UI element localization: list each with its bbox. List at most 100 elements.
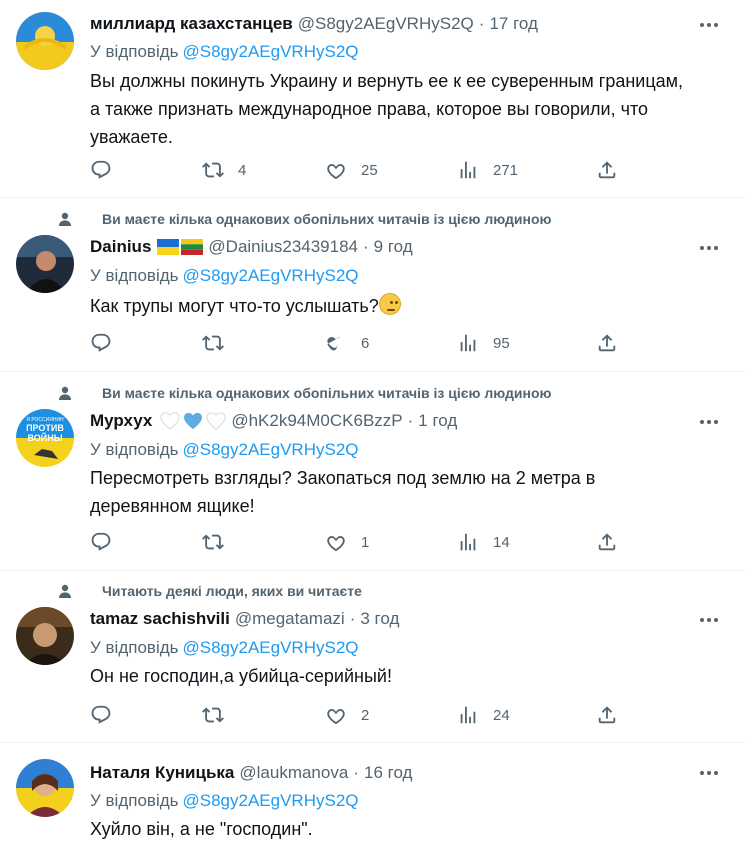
share-icon [598,706,616,724]
reply-button[interactable] [90,531,112,553]
views-icon [460,161,476,179]
tweet-text-line: Хуйло він, а не "господин". [90,819,313,839]
timestamp[interactable]: 1 год [418,411,457,431]
retweet-button[interactable] [202,332,224,354]
separator-dot: · [363,237,369,256]
social-context: Ви маєте кілька однакових обопільних чит… [58,211,551,227]
avatar[interactable] [16,607,74,665]
author-name[interactable]: миллиард казахстанцев [90,14,293,34]
more-icon[interactable] [697,610,721,630]
action-bar: 2 24 [90,704,650,728]
more-icon[interactable] [697,15,721,35]
views-button[interactable]: 271 [457,159,518,181]
author-handle[interactable]: @S8gy2AEgVRHyS2Q [298,14,474,34]
author-handle[interactable]: @Dainius23439184 [208,237,358,257]
more-icon[interactable] [697,412,721,432]
timestamp[interactable]: 17 год [489,14,537,34]
timestamp[interactable]: 16 год [364,763,412,783]
avatar-text: ПРОТИВ [26,423,64,433]
author-handle[interactable]: @megatamazi [235,609,345,629]
share-button[interactable] [596,704,618,726]
tweet[interactable]: Ви маєте кілька однакових обопільних чит… [0,199,745,372]
heart-icon [327,337,341,351]
face-emoji-icon [378,293,401,315]
author-handle[interactable]: @laukmanova [239,763,348,783]
heart-emojis [160,412,226,430]
views-count: 14 [493,533,510,551]
separator-dot: · [407,411,414,430]
person-icon [58,212,72,226]
reply-button[interactable] [90,332,112,354]
author-name[interactable]: Dainius [90,237,151,257]
author-name[interactable]: Наталя Куницька [90,763,234,783]
avatar[interactable]: Я РОССИЯНИН ПРОТИВ ВОЙНЫ [16,409,74,467]
action-bar: 4 25 271 [90,159,650,183]
flag-emojis [157,239,204,255]
tweet-text-line: Вы должны покинуть Украину и вернуть ее … [90,71,684,91]
views-count: 95 [493,334,510,352]
like-button[interactable]: 2 [325,704,369,726]
tweet-text: Он не господин,а убийца-серийный! [90,662,720,690]
tweet-text-line: Пересмотреть взгляды? Закопаться под зем… [90,468,596,488]
reply-mention-link[interactable]: @S8gy2AEgVRHyS2Q [183,440,359,459]
tweet-text-line: Он не господин,а убийца-серийный! [90,666,392,686]
like-button[interactable]: 1 [325,531,369,553]
tweet-text-line: деревянном ящике! [90,496,255,516]
reply-icon [91,532,111,551]
views-button[interactable]: 95 [457,332,510,354]
timestamp[interactable]: 9 год [374,237,413,257]
tweet[interactable]: Наталя Куницька @laukmanova · 16 год У в… [0,744,745,848]
avatar[interactable] [16,12,74,70]
views-button[interactable]: 24 [457,704,510,726]
retweet-button[interactable] [202,704,224,726]
retweet-count: 4 [238,161,247,179]
tweet[interactable]: миллиард казахстанцев @S8gy2AEgVRHyS2Q ·… [0,0,745,198]
retweet-button[interactable] [202,531,224,553]
social-context-text: Читають деякі люди, яких ви читаєте [102,583,362,599]
reply-mention-link[interactable]: @S8gy2AEgVRHyS2Q [183,638,359,657]
avatar-text: ВОЙНЫ [27,432,62,443]
tweet[interactable]: Ви маєте кілька однакових обопільних чит… [0,373,745,571]
reply-icon [91,333,111,352]
reply-button[interactable] [90,704,112,726]
more-icon[interactable] [697,238,721,258]
tweet-text: Хуйло він, а не "господин". [90,815,720,843]
reply-mention-link[interactable]: @S8gy2AEgVRHyS2Q [183,42,359,61]
share-button[interactable] [596,159,618,181]
retweet-icon [202,162,224,178]
heart-icon [327,164,345,180]
reply-mention-link[interactable]: @S8gy2AEgVRHyS2Q [183,266,359,285]
like-button[interactable]: 6 [325,332,369,354]
social-context-text: Ви маєте кілька однакових обопільних чит… [102,211,552,227]
more-icon[interactable] [697,763,721,783]
avatar[interactable] [16,759,74,817]
white-heart-icon [206,412,226,430]
tweet[interactable]: Читають деякі люди, яких ви читаєте tama… [0,572,745,743]
like-count: 25 [361,161,378,179]
tweet-text: Пересмотреть взгляды? Закопаться под зем… [90,464,720,520]
separator-dot: · [349,609,356,628]
reply-prefix: У відповідь [90,791,179,810]
views-button[interactable]: 14 [457,531,510,553]
like-button[interactable]: 25 [325,159,378,181]
white-heart-icon [160,412,180,430]
tweet-text: Как трупы могут что-то услышать? [90,292,720,320]
timestamp[interactable]: 3 год [360,609,399,629]
retweet-button[interactable]: 4 [202,159,246,181]
reply-button[interactable] [90,159,126,181]
reply-mention-link[interactable]: @S8gy2AEgVRHyS2Q [183,791,359,810]
views-icon [460,533,476,551]
action-bar: 1 14 [90,531,650,555]
share-button[interactable] [596,531,618,553]
avatar[interactable] [16,235,74,293]
heart-icon [327,709,345,725]
blue-heart-icon [184,412,203,430]
share-icon [598,334,616,352]
person-icon [58,584,72,598]
share-button[interactable] [596,332,618,354]
author-name[interactable]: Мурхух [90,411,152,431]
like-count: 6 [361,334,370,352]
tweet-text: Вы должны покинуть Украину и вернуть ее … [90,67,720,151]
author-name[interactable]: tamaz sachishvili [90,609,230,629]
author-handle[interactable]: @hK2k94M0CK6BzzP [231,411,402,431]
